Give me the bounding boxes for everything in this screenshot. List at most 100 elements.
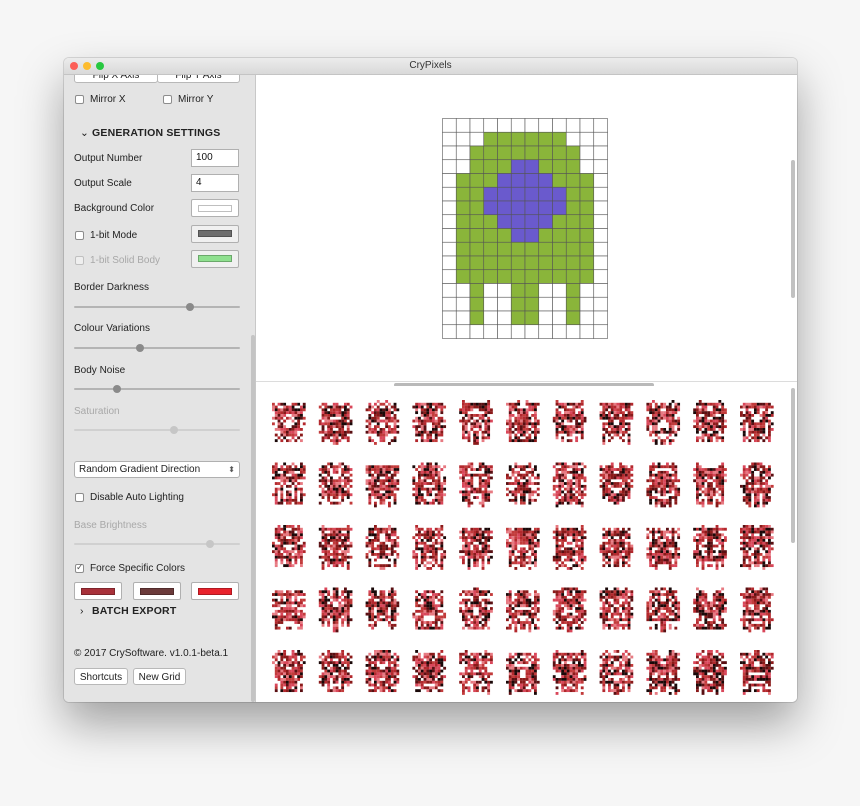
pixel-cell[interactable]	[510, 145, 526, 161]
pixel-cell[interactable]	[483, 159, 498, 174]
pixel-cell[interactable]	[524, 173, 540, 188]
pixel-cell[interactable]	[552, 269, 567, 284]
pixel-cell[interactable]	[579, 173, 595, 188]
pixel-cell[interactable]	[469, 269, 485, 284]
pixel-cell[interactable]	[538, 145, 553, 161]
pixel-cell[interactable]	[538, 200, 553, 216]
pixel-cell[interactable]	[538, 228, 553, 243]
pixel-cell[interactable]	[593, 214, 608, 229]
pixel-cell[interactable]	[469, 241, 485, 257]
pixel-cell[interactable]	[483, 241, 498, 257]
saturation-knob[interactable]	[169, 426, 178, 434]
pixel-cell[interactable]	[497, 310, 512, 326]
flip-y-button[interactable]: Flip Y Axis	[157, 75, 240, 83]
pixel-cell[interactable]	[442, 324, 457, 339]
pixel-cell[interactable]	[483, 269, 498, 284]
disable-auto-lighting-checkbox[interactable]	[75, 493, 84, 502]
pixel-cell[interactable]	[455, 255, 471, 271]
pixel-cell[interactable]	[593, 118, 608, 133]
pixel-cell[interactable]	[469, 214, 485, 229]
pixel-cell[interactable]	[593, 131, 608, 147]
pixel-cell[interactable]	[524, 131, 540, 147]
pixel-cell[interactable]	[538, 269, 553, 284]
pixel-cell[interactable]	[538, 296, 553, 312]
pixel-cell[interactable]	[442, 241, 457, 257]
pixel-cell[interactable]	[579, 200, 595, 216]
pixel-cell[interactable]	[483, 173, 498, 188]
pixel-cell[interactable]	[497, 269, 512, 284]
pixel-cell[interactable]	[552, 214, 567, 229]
pixel-cell[interactable]	[538, 310, 553, 326]
pixel-cell[interactable]	[524, 269, 540, 284]
pixel-cell[interactable]	[538, 241, 553, 257]
pixel-cell[interactable]	[552, 145, 567, 161]
pixel-cell[interactable]	[579, 283, 595, 298]
pixel-cell[interactable]	[469, 255, 485, 271]
pixel-cell[interactable]	[497, 214, 512, 229]
pixel-cell[interactable]	[469, 324, 485, 339]
pixel-cell[interactable]	[483, 200, 498, 216]
pixel-cell[interactable]	[455, 241, 471, 257]
pixel-cell[interactable]	[483, 296, 498, 312]
pixel-cell[interactable]	[552, 324, 567, 339]
pixel-cell[interactable]	[442, 283, 457, 298]
pixel-cell[interactable]	[483, 310, 498, 326]
pixel-cell[interactable]	[565, 186, 581, 202]
pixel-cell[interactable]	[565, 283, 581, 298]
pixel-cell[interactable]	[510, 296, 526, 312]
pixel-cell[interactable]	[538, 118, 553, 133]
pixel-cell[interactable]	[442, 228, 457, 243]
sidebar-scrollbar[interactable]	[251, 335, 255, 702]
pixel-cell[interactable]	[442, 269, 457, 284]
pixel-editor-grid[interactable]	[442, 118, 608, 340]
batch-export-header[interactable]: › BATCH EXPORT	[80, 605, 176, 617]
pixel-cell[interactable]	[497, 145, 512, 161]
pixel-cell[interactable]	[510, 214, 526, 229]
pixel-cell[interactable]	[552, 296, 567, 312]
pixel-cell[interactable]	[510, 324, 526, 339]
force-color-3-picker[interactable]	[191, 582, 239, 600]
pixel-cell[interactable]	[579, 118, 595, 133]
pixel-cell[interactable]	[593, 228, 608, 243]
pixel-cell[interactable]	[565, 145, 581, 161]
pixel-cell[interactable]	[579, 241, 595, 257]
pixel-cell[interactable]	[455, 228, 471, 243]
pixel-cell[interactable]	[579, 310, 595, 326]
pixel-cell[interactable]	[552, 159, 567, 174]
pixel-cell[interactable]	[579, 159, 595, 174]
pixel-cell[interactable]	[442, 145, 457, 161]
pixel-cell[interactable]	[538, 186, 553, 202]
pixel-cell[interactable]	[442, 310, 457, 326]
pixel-cell[interactable]	[510, 228, 526, 243]
maximize-window-button[interactable]	[96, 62, 104, 70]
force-color-1-picker[interactable]	[74, 582, 122, 600]
force-color-2-picker[interactable]	[133, 582, 181, 600]
one-bit-mode-checkbox[interactable]	[75, 231, 84, 240]
pixel-cell[interactable]	[524, 241, 540, 257]
pixel-cell[interactable]	[455, 269, 471, 284]
pixel-cell[interactable]	[538, 173, 553, 188]
pixel-cell[interactable]	[455, 131, 471, 147]
pixel-cell[interactable]	[510, 200, 526, 216]
pixel-cell[interactable]	[483, 228, 498, 243]
pixel-cell[interactable]	[442, 296, 457, 312]
pixel-cell[interactable]	[579, 269, 595, 284]
flip-x-button[interactable]: Flip X Axis	[74, 75, 158, 83]
background-color-picker[interactable]	[191, 199, 239, 217]
generation-settings-header[interactable]: ⌄ GENERATION SETTINGS	[80, 127, 220, 139]
pixel-cell[interactable]	[497, 241, 512, 257]
pixel-cell[interactable]	[442, 255, 457, 271]
pixel-cell[interactable]	[593, 269, 608, 284]
pixel-cell[interactable]	[497, 131, 512, 147]
pixel-cell[interactable]	[565, 131, 581, 147]
gradient-direction-select[interactable]: Random Gradient Direction ⬍	[74, 461, 240, 478]
pixel-cell[interactable]	[593, 186, 608, 202]
pixel-cell[interactable]	[483, 214, 498, 229]
pixel-cell[interactable]	[497, 296, 512, 312]
pixel-cell[interactable]	[565, 228, 581, 243]
pixel-cell[interactable]	[510, 269, 526, 284]
pixel-cell[interactable]	[524, 324, 540, 339]
pixel-cell[interactable]	[524, 214, 540, 229]
colour-variations-slider[interactable]	[74, 344, 240, 352]
pixel-cell[interactable]	[552, 310, 567, 326]
